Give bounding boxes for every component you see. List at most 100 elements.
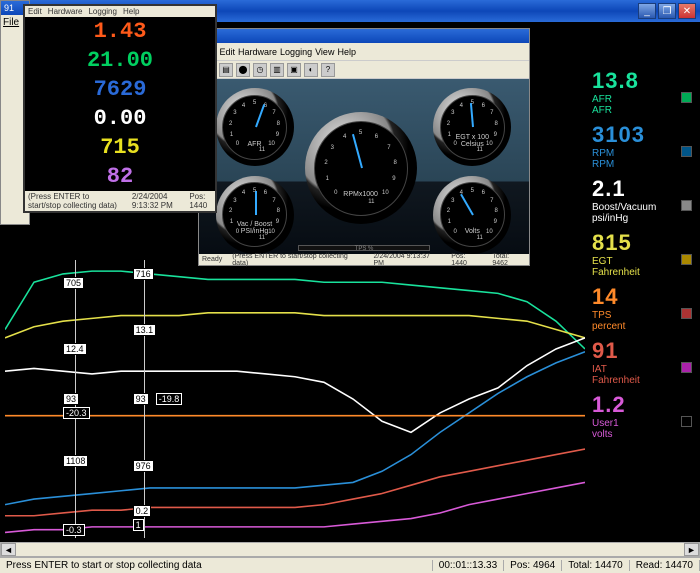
numeric-value: 715: [25, 133, 215, 162]
np-hint: (Press ENTER to start/stop collecting da…: [28, 192, 124, 210]
color-swatch[interactable]: [681, 146, 692, 157]
readout-label: TPS: [592, 310, 690, 321]
readout-value: 1.2: [592, 392, 690, 418]
readouts-panel: 13.8 AFR AFR 3103 RPM RPM 2.1 Boost/Vacu…: [592, 68, 690, 446]
readout-unit: volts: [592, 429, 690, 440]
marker-label: 976: [133, 460, 154, 472]
readout-unit: Fahrenheit: [592, 375, 690, 386]
marker-label: 705: [63, 277, 84, 289]
readout-value: 815: [592, 230, 690, 256]
marker-label: 12.4: [63, 343, 87, 355]
marker-label: -19.8: [156, 393, 183, 405]
color-swatch[interactable]: [681, 308, 692, 319]
gw-ts: 2/24/2004 9:13:37 PM: [374, 253, 442, 267]
tool-icon[interactable]: ⬤: [236, 63, 250, 77]
readout-label: User1: [592, 418, 690, 429]
tool-icon[interactable]: ▤: [219, 63, 233, 77]
readout-boost/vacuum: 2.1 Boost/Vacuum psi/inHg: [592, 176, 690, 224]
status-read: Read: 14470: [630, 560, 700, 571]
scroll-left-icon[interactable]: ◄: [1, 543, 16, 556]
menu-edit[interactable]: Edit: [28, 7, 42, 16]
marker-label: 1108: [63, 455, 88, 467]
gauge-tool-icon[interactable]: ◷: [253, 63, 267, 77]
gauge-menubar: FileEditHardwareLoggingViewHelp: [199, 43, 529, 61]
marker-label: -20.3: [63, 407, 90, 419]
tool-icon[interactable]: ▥: [270, 63, 284, 77]
minimize-button[interactable]: _: [638, 3, 656, 19]
menu-help[interactable]: Help: [123, 7, 139, 16]
marker-label: 93: [133, 393, 149, 405]
color-swatch[interactable]: [681, 362, 692, 373]
needle: [255, 191, 257, 215]
readout-unit: AFR: [592, 105, 690, 116]
status-pos: Pos: 4964: [504, 560, 562, 571]
series-boost: [5, 338, 585, 433]
gauge-titlebar[interactable]: [199, 29, 529, 43]
readout-unit: Fahrenheit: [592, 267, 690, 278]
readout-unit: percent: [592, 321, 690, 332]
numeric-panel: Edit Hardware Logging Help 1.4321.007629…: [23, 4, 217, 213]
marker-label: 716: [133, 268, 154, 280]
menu-hardware[interactable]: Hardware: [48, 7, 83, 16]
gauge-rpmx1000: 01234567891011RPMx1000: [305, 112, 417, 224]
menu-item[interactable]: View: [315, 47, 334, 57]
gauge-body: TPS % 01234567891011AFR 01234567891011EGT…: [199, 79, 529, 265]
readout-value: 3103: [592, 122, 690, 148]
readout-egt: 815 EGT Fahrenheit: [592, 230, 690, 278]
gauge-volts: 01234567891011Volts: [433, 176, 511, 254]
gauge-afr: 01234567891011AFR: [216, 88, 294, 166]
color-swatch[interactable]: [681, 254, 692, 265]
marker-label: 93: [63, 393, 79, 405]
numeric-value: 1.43: [25, 17, 215, 46]
np-pos: Pos: 1440: [189, 192, 212, 210]
marker-label: 13.1: [133, 324, 157, 336]
menu-item[interactable]: Edit: [220, 47, 236, 57]
readout-label: AFR: [592, 94, 690, 105]
readout-value: 13.8: [592, 68, 690, 94]
chart-area: 705 12.4 93 -20.3 1108 716 13.1 93 -19.8…: [5, 260, 585, 538]
gauge-label: EGT x 100Celsius: [441, 134, 505, 148]
gauge-vac: 01234567891011Vac / BoostPSI/inHg: [216, 176, 294, 254]
scroll-right-icon[interactable]: ►: [684, 543, 699, 556]
gw-total: Total: 9462: [492, 253, 526, 267]
menu-item[interactable]: Logging: [280, 47, 312, 57]
menu-item[interactable]: Help: [337, 47, 356, 57]
series-iat: [5, 449, 585, 516]
color-swatch[interactable]: [681, 200, 692, 211]
numeric-panel-status: (Press ENTER to start/stop collecting da…: [25, 191, 215, 211]
gauge-label: Volts: [441, 228, 505, 235]
menu-logging[interactable]: Logging: [88, 7, 116, 16]
readout-value: 14: [592, 284, 690, 310]
gauge-egt: 01234567891011EGT x 100Celsius: [433, 88, 511, 166]
menu-item[interactable]: Hardware: [238, 47, 277, 57]
readout-tps: 14 TPS percent: [592, 284, 690, 332]
tool-icon[interactable]: ▣: [287, 63, 301, 77]
status-time: 00::01::13.33: [433, 560, 504, 571]
numeric-value: 21.00: [25, 46, 215, 75]
gauge-label: Vac / BoostPSI/inHg: [223, 221, 287, 235]
marker-label: -0.3: [63, 524, 85, 536]
np-ts: 2/24/2004 9:13:32 PM: [132, 192, 181, 210]
tps-bar: TPS %: [298, 245, 430, 251]
help-icon[interactable]: ?: [321, 63, 335, 77]
color-swatch[interactable]: [681, 416, 692, 427]
stub-title: 91: [4, 3, 14, 13]
gauge-label: AFR: [223, 141, 287, 148]
close-button[interactable]: ✕: [678, 3, 696, 19]
tool-icon[interactable]: ◐: [304, 63, 318, 77]
readout-label: IAT: [592, 364, 690, 375]
marker-label: 1: [133, 519, 144, 531]
gauge-window: Lambda FileEditHardwareLoggingViewHelp ▦…: [198, 28, 530, 266]
gw-state: Ready: [202, 256, 222, 263]
maximize-button[interactable]: ❐: [658, 3, 676, 19]
numeric-value: 7629: [25, 75, 215, 104]
readout-value: 91: [592, 338, 690, 364]
readout-iat: 91 IAT Fahrenheit: [592, 338, 690, 386]
numeric-value: 82: [25, 162, 215, 191]
file-menu[interactable]: File: [3, 17, 19, 28]
color-swatch[interactable]: [681, 92, 692, 103]
readout-unit: psi/inHg: [592, 213, 690, 224]
h-scrollbar[interactable]: ◄ ►: [0, 542, 700, 557]
numeric-panel-menu: Edit Hardware Logging Help: [25, 6, 215, 17]
readout-label: RPM: [592, 148, 690, 159]
